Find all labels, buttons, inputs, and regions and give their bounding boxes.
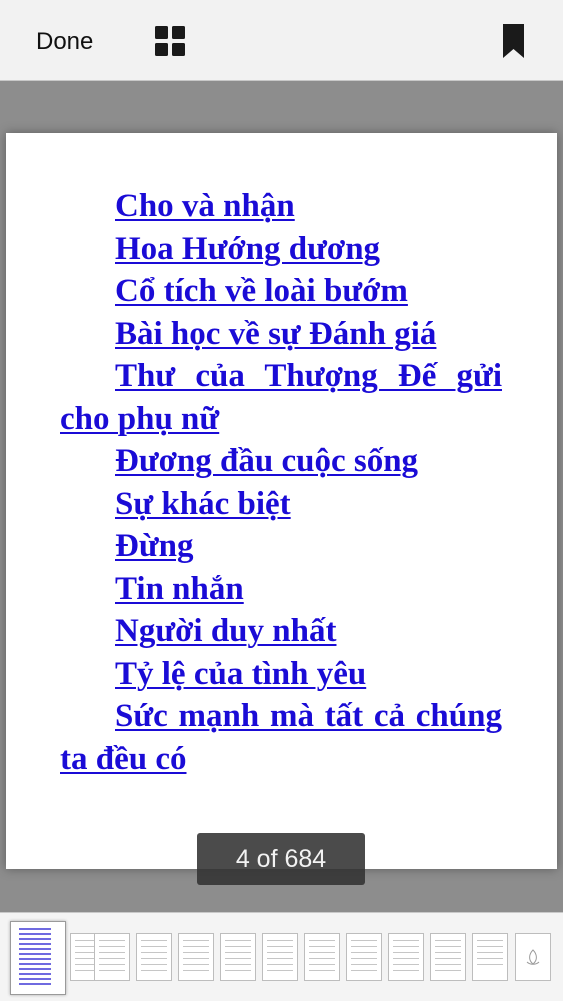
toc-link[interactable]: Hoa Hướng dương: [60, 228, 502, 271]
top-toolbar: Done: [0, 0, 563, 81]
ornament-icon: [526, 949, 540, 965]
thumbnail-strip[interactable]: [0, 912, 563, 1001]
document-viewer[interactable]: Cho và nhận Hoa Hướng dương Cổ tích về l…: [0, 81, 563, 912]
page-thumbnail[interactable]: [136, 933, 172, 981]
page-thumbnail[interactable]: [94, 933, 130, 981]
page-thumbnail[interactable]: [262, 933, 298, 981]
page-thumbnail[interactable]: [346, 933, 382, 981]
toc-link[interactable]: Cổ tích về loài bướm: [60, 270, 502, 313]
toc-link[interactable]: Sức mạnh mà tất cả chúng ta đều có: [60, 695, 502, 780]
toc-link[interactable]: Tin nhắn: [60, 568, 502, 611]
page-indicator: 4 of 684: [197, 833, 365, 885]
toc-link[interactable]: Bài học về sự Đánh giá: [60, 313, 502, 356]
toc-link[interactable]: Người duy nhất: [60, 610, 502, 653]
page-thumbnail[interactable]: [430, 933, 466, 981]
page-thumbnail-current[interactable]: [10, 921, 66, 995]
grid-icon[interactable]: [155, 26, 186, 57]
toc-link[interactable]: Tỷ lệ của tình yêu: [60, 653, 502, 696]
document-page: Cho và nhận Hoa Hướng dương Cổ tích về l…: [6, 133, 557, 869]
done-button[interactable]: Done: [36, 24, 93, 60]
toc-link[interactable]: Đừng: [60, 525, 502, 568]
page-thumbnail[interactable]: [515, 933, 551, 981]
page-thumbnail[interactable]: [472, 933, 508, 981]
page-thumbnail[interactable]: [388, 933, 424, 981]
toc-link[interactable]: Cho và nhận: [60, 185, 502, 228]
toc-link[interactable]: Đương đầu cuộc sống: [60, 440, 502, 483]
bookmark-icon[interactable]: [503, 24, 524, 58]
page-thumbnail[interactable]: [304, 933, 340, 981]
page-thumbnail[interactable]: [220, 933, 256, 981]
toc-link[interactable]: Sự khác biệt: [60, 483, 502, 526]
page-thumbnail[interactable]: [178, 933, 214, 981]
toc-link[interactable]: Thư của Thượng Đế gửi cho phụ nữ: [60, 355, 502, 440]
table-of-contents: Cho và nhận Hoa Hướng dương Cổ tích về l…: [60, 185, 502, 780]
